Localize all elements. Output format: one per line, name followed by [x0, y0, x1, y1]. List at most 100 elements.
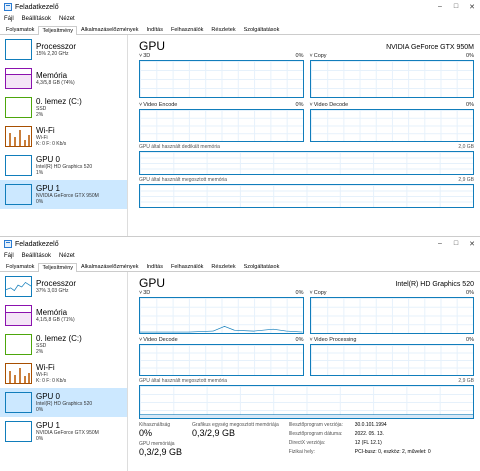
sidebar-item-disk[interactable]: 0. lemez (C:) SSD 2% [0, 93, 127, 122]
tab-processes[interactable]: Folyamatok [2, 262, 38, 271]
sidebar-item-label: Wi-Fi [36, 363, 55, 372]
sidebar-item-detail: 0% [36, 436, 44, 442]
prop-value: 30.0.101.1994 [354, 422, 387, 428]
prop-key: Illesztőprogram dátuma: [288, 431, 343, 437]
dedicated-memory-max: 2,0 GB [458, 144, 474, 150]
task-manager-window-intel: Feladatkezelő – □ ✕ Fájl Beállítások Néz… [0, 236, 480, 471]
chevron-down-icon[interactable]: ˅ [139, 102, 142, 108]
tab-processes[interactable]: Folyamatok [2, 25, 38, 34]
3d-usage-line [140, 325, 303, 333]
maximize-icon[interactable]: □ [448, 240, 464, 248]
maximize-icon[interactable]: □ [448, 3, 464, 11]
sidebar-item-disk[interactable]: 0. lemez (C:) SSD 2% [0, 330, 127, 359]
sidebar-item-detail: 2% [36, 349, 44, 355]
chevron-down-icon[interactable]: ˅ [139, 337, 142, 343]
tab-app-history[interactable]: Alkalmazáselőzmények [77, 25, 142, 34]
sidebar-item-cpu[interactable]: Processzor 15% 2,20 GHz [0, 35, 127, 64]
utilization-value: 0% [139, 428, 153, 438]
sidebar-item-label: Wi-Fi [36, 126, 55, 135]
graph-engine-selector[interactable]: Video Encode [143, 102, 177, 108]
tab-details[interactable]: Részletek [207, 262, 239, 271]
graph-engine-selector[interactable]: 3D [143, 290, 150, 296]
sidebar-item-detail: 2% [36, 112, 44, 118]
wifi-thumbnail-graph [5, 126, 32, 147]
page-title: GPU [139, 39, 166, 53]
tab-services[interactable]: Szolgáltatások [240, 262, 284, 271]
tab-users[interactable]: Felhasználók [167, 262, 207, 271]
prop-value: PCI-busz: 0, eszköz: 2, művelet: 0 [354, 449, 431, 455]
chevron-down-icon[interactable]: ˅ [139, 290, 142, 296]
minimize-icon[interactable]: – [432, 3, 448, 11]
shared-memory-max: 2,9 GB [458, 378, 474, 384]
prop-key: Illesztőprogram verziója: [288, 422, 343, 428]
gpu-detail-panel: GPU NVIDIA GeForce GTX 950M ˅3D 0% ˅Copy 0… [128, 35, 480, 236]
sidebar-item-memory[interactable]: Memória 4,3/5,8 GB (74%) [0, 64, 127, 93]
sidebar-item-detail: 4,1/5,8 GB (71%) [36, 317, 75, 323]
graph-video-encode [139, 109, 304, 142]
chevron-down-icon[interactable]: ˅ [310, 102, 313, 108]
prop-value: 12 (FL 12.1) [354, 440, 382, 446]
graph-dedicated-memory [139, 151, 474, 175]
graph-percent: 0% [295, 290, 304, 296]
menu-view[interactable]: Nézet [59, 16, 75, 22]
page-title: GPU [139, 276, 166, 290]
sidebar-item-label: GPU 0 [36, 155, 61, 164]
close-icon[interactable]: ✕ [464, 3, 480, 11]
task-manager-window-nvidia: Feladatkezelő – □ ✕ Fájl Beállítások Néz… [0, 0, 480, 236]
tab-performance[interactable]: Teljesítmény [38, 26, 78, 35]
sidebar-item-cpu[interactable]: Processzor 37% 3,03 GHz [0, 272, 127, 301]
graph-engine-selector[interactable]: Copy [314, 290, 327, 296]
menu-settings[interactable]: Beállítások [22, 16, 51, 22]
dedicated-memory-label: GPU által használt dedikált memória [139, 144, 220, 150]
tab-services[interactable]: Szolgáltatások [240, 25, 284, 34]
sidebar-item-detail: NVIDIA GeForce GTX 950M [36, 430, 99, 436]
menu-file[interactable]: Fájl [4, 253, 14, 259]
graph-engine-selector[interactable]: Copy [314, 53, 327, 59]
menu-settings[interactable]: Beállítások [22, 253, 51, 259]
graph-engine-selector[interactable]: Video Decode [143, 337, 177, 343]
tab-performance[interactable]: Teljesítmény [38, 263, 78, 272]
sidebar-item-wifi[interactable]: Wi-Fi Wi-Fi K: 0 F: 0 Kb/s [0, 122, 127, 151]
sidebar-item-detail: 4,3/5,8 GB (74%) [36, 80, 75, 86]
close-icon[interactable]: ✕ [464, 240, 480, 248]
tab-startup[interactable]: Indítás [142, 25, 167, 34]
menu-file[interactable]: Fájl [4, 16, 14, 22]
menu-view[interactable]: Nézet [59, 253, 75, 259]
memory-thumbnail-graph [5, 68, 32, 89]
chevron-down-icon[interactable]: ˅ [310, 337, 313, 343]
sidebar-item-detail: 37% 3,03 GHz [36, 288, 69, 294]
chevron-down-icon[interactable]: ˅ [139, 53, 142, 59]
minimize-icon[interactable]: – [432, 240, 448, 248]
tab-users[interactable]: Felhasználók [167, 25, 207, 34]
title-bar: Feladatkezelő – □ ✕ [0, 0, 480, 14]
sidebar-item-gpu1[interactable]: GPU 1 NVIDIA GeForce GTX 950M 0% [0, 180, 127, 209]
tab-strip: Folyamatok Teljesítmény Alkalmazáselőzmé… [0, 24, 480, 35]
resource-sidebar: Processzor 37% 3,03 GHz Memória 4,1/5,8 … [0, 272, 128, 471]
chevron-down-icon[interactable]: ˅ [310, 290, 313, 296]
sidebar-item-label: Processzor [36, 42, 77, 51]
sidebar-item-label: GPU 1 [36, 421, 61, 430]
sidebar-item-detail: Intel(R) HD Graphics 520 [36, 401, 93, 407]
resource-sidebar: Processzor 15% 2,20 GHz Memória 4,3/5,8 … [0, 35, 128, 236]
driver-properties: Illesztőprogram verziója: 30.0.101.1994 I… [289, 422, 431, 458]
graph-copy [309, 297, 474, 334]
chevron-down-icon[interactable]: ˅ [310, 53, 313, 59]
sidebar-item-detail: K: 0 F: 0 Kb/s [36, 141, 67, 147]
sidebar-item-label: GPU 0 [36, 392, 61, 401]
graph-engine-selector[interactable]: Video Decode [314, 102, 348, 108]
graph-video-decode [309, 109, 474, 142]
tab-details[interactable]: Részletek [207, 25, 239, 34]
cpu-thumbnail-graph [5, 39, 32, 60]
sidebar-item-gpu0[interactable]: GPU 0 Intel(R) HD Graphics 520 1% [0, 151, 127, 180]
sidebar-item-gpu1[interactable]: GPU 1 NVIDIA GeForce GTX 950M 0% [0, 417, 127, 446]
sidebar-item-detail: K: 0 F: 0 Kb/s [36, 378, 67, 384]
tab-app-history[interactable]: Alkalmazáselőzmények [77, 262, 142, 271]
sidebar-item-wifi[interactable]: Wi-Fi Wi-Fi K: 0 F: 0 Kb/s [0, 359, 127, 388]
sidebar-item-gpu0[interactable]: GPU 0 Intel(R) HD Graphics 520 0% [0, 388, 127, 417]
task-manager-icon [4, 3, 12, 11]
graph-engine-selector[interactable]: Video Processing [314, 337, 357, 343]
tab-startup[interactable]: Indítás [142, 262, 167, 271]
menu-bar: Fájl Beállítások Nézet [0, 251, 480, 261]
graph-engine-selector[interactable]: 3D [143, 53, 150, 59]
sidebar-item-memory[interactable]: Memória 4,1/5,8 GB (71%) [0, 301, 127, 330]
